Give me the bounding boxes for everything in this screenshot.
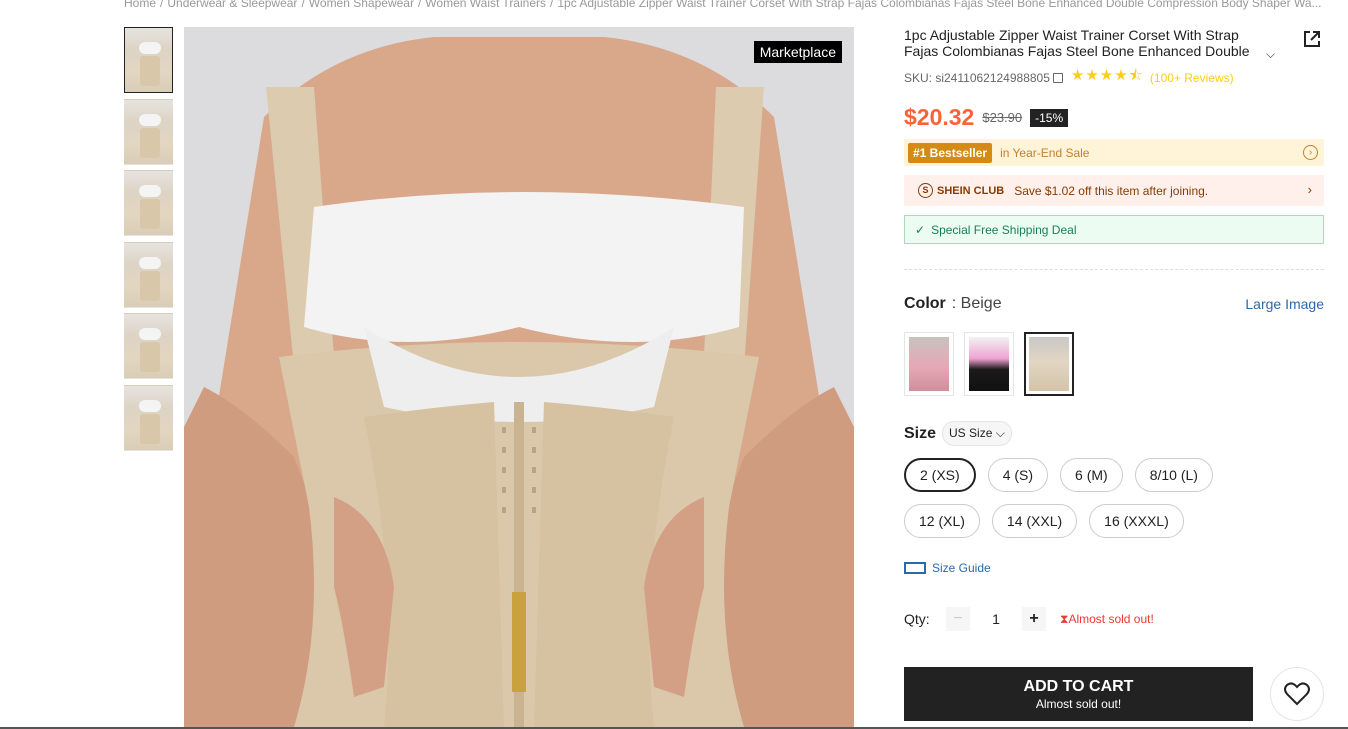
large-image-link[interactable]: Large Image (1245, 296, 1324, 312)
original-price: $23.90 (982, 110, 1023, 125)
heart-icon (1284, 682, 1310, 706)
qty-increase-button[interactable]: + (1022, 607, 1046, 631)
color-value: : Beige (951, 295, 1002, 312)
free-shipping-banner: ✓ Special Free Shipping Deal (904, 215, 1324, 244)
breadcrumb-separator: / (550, 0, 554, 10)
chevron-right-icon[interactable]: › (1308, 182, 1312, 197)
hourglass-icon: ⧗ (1060, 611, 1069, 626)
size-option[interactable]: 8/10 (L) (1134, 458, 1213, 492)
shipping-text: Special Free Shipping Deal (931, 222, 1077, 237)
shein-club-banner[interactable]: S SHEIN CLUB Save $1.02 off this item af… (904, 175, 1324, 206)
size-row: Size US Size ⌵ (904, 421, 1324, 446)
color-swatches (904, 332, 1324, 396)
chevron-right-icon[interactable]: › (1303, 145, 1318, 160)
breadcrumb-separator: / (301, 0, 305, 10)
chevron-down-icon[interactable]: ⌵ (1266, 47, 1275, 62)
size-label: Size (904, 424, 937, 442)
color-swatch-black[interactable] (964, 332, 1014, 396)
size-system-value: US Size (949, 426, 993, 440)
add-to-cart-sublabel: Almost sold out! (1035, 697, 1122, 711)
color-row: Color : Beige Large Image (904, 295, 1324, 313)
quantity-row: Qty: − 1 + ⧗ Almost sold out! (904, 607, 1324, 631)
copy-icon[interactable] (1052, 72, 1063, 83)
rating-stars-icon: ★★★★⯪ (1070, 67, 1144, 84)
current-price: $20.32 (904, 104, 975, 130)
size-guide-label: Size Guide (932, 561, 991, 575)
qty-decrease-button[interactable]: − (946, 607, 970, 631)
swatch-image (909, 337, 949, 391)
size-option[interactable]: 2 (XS) (904, 458, 976, 492)
size-option[interactable]: 12 (XL) (904, 504, 980, 538)
add-to-cart-label: ADD TO CART (1023, 678, 1134, 695)
swatch-image (969, 337, 1009, 391)
color-label: Color (904, 295, 946, 312)
qty-label: Qty: (904, 611, 930, 627)
reviews-link[interactable]: (100+ Reviews) (1150, 71, 1234, 85)
breadcrumb-separator: / (417, 0, 422, 10)
size-option[interactable]: 14 (XXL) (991, 504, 1078, 538)
size-option[interactable]: 6 (M) (1060, 458, 1123, 492)
discount-badge: -15% (1030, 108, 1069, 127)
color-swatch-beige[interactable] (1024, 332, 1074, 396)
thumbnail[interactable] (124, 313, 173, 379)
product-title: 1pc Adjustable Zipper Waist Trainer Cors… (904, 27, 1250, 59)
bestseller-text: in Year-End Sale (1000, 145, 1090, 160)
breadcrumb-underwear[interactable]: Underwear & Sleepwear (167, 0, 297, 10)
swatch-image (1029, 337, 1069, 391)
divider (904, 269, 1324, 270)
breadcrumb-shapewear[interactable]: Women Shapewear (309, 0, 414, 10)
stock-warning-text: Almost sold out! (1068, 612, 1154, 626)
thumbnail[interactable] (124, 27, 173, 93)
share-icon[interactable] (1302, 29, 1322, 49)
ruler-icon (904, 562, 926, 574)
sku-rating-row: SKU: si2411062124988805 ★★★★⯪ (100+ Revi… (904, 65, 1324, 90)
club-name: SHEIN CLUB (937, 184, 1005, 197)
main-product-image[interactable]: Marketplace (184, 27, 854, 727)
size-option[interactable]: 4 (S) (987, 458, 1049, 492)
club-text: Save $1.02 off this item after joining. (1014, 183, 1209, 198)
qty-input[interactable]: 1 (970, 607, 1022, 631)
breadcrumb-waist-trainers[interactable]: Women Waist Trainers (425, 0, 546, 10)
add-to-cart-button[interactable]: ADD TO CART Almost sold out! (904, 667, 1253, 721)
breadcrumb-separator: / (160, 0, 164, 10)
thumbnail[interactable] (124, 241, 173, 308)
price-row: $20.32 $23.90 -15% (904, 104, 1324, 131)
club-logo: S SHEIN CLUB (918, 183, 1004, 198)
thumbnail[interactable] (124, 98, 173, 165)
color-swatch-pink[interactable] (904, 332, 954, 396)
thumbnail[interactable] (124, 170, 173, 236)
size-option[interactable]: 16 (XXXL) (1089, 504, 1184, 538)
thumbnail[interactable] (124, 384, 173, 451)
size-guide-link[interactable]: Size Guide (904, 561, 1324, 575)
product-info-panel: 1pc Adjustable Zipper Waist Trainer Cors… (904, 27, 1324, 631)
club-logo-icon: S (918, 183, 933, 198)
breadcrumb: Home / Underwear & Sleepwear / Women Shape… (124, 0, 1334, 10)
breadcrumb-home[interactable]: Home (124, 0, 156, 10)
thumbnail-list (124, 27, 174, 456)
product-photo (184, 27, 854, 727)
breadcrumb-current: 1pc Adjustable Zipper Waist Trainer Cors… (557, 0, 1322, 10)
chevron-down-icon: ⌵ (995, 426, 1005, 440)
stock-warning: ⧗ Almost sold out! (1060, 612, 1154, 627)
check-icon: ✓ (915, 222, 926, 237)
size-system-select[interactable]: US Size ⌵ (942, 421, 1012, 446)
wishlist-button[interactable] (1270, 667, 1324, 721)
bestseller-tag: #1 Bestseller (908, 142, 993, 163)
size-options: 2 (XS) 4 (S) 6 (M) 8/10 (L) 12 (XL) 14 (… (904, 458, 1244, 538)
bestseller-banner[interactable]: #1 Bestseller in Year-End Sale › (904, 139, 1324, 166)
marketplace-badge: Marketplace (753, 41, 842, 63)
sku-text: SKU: si2411062124988805 (904, 70, 1050, 85)
